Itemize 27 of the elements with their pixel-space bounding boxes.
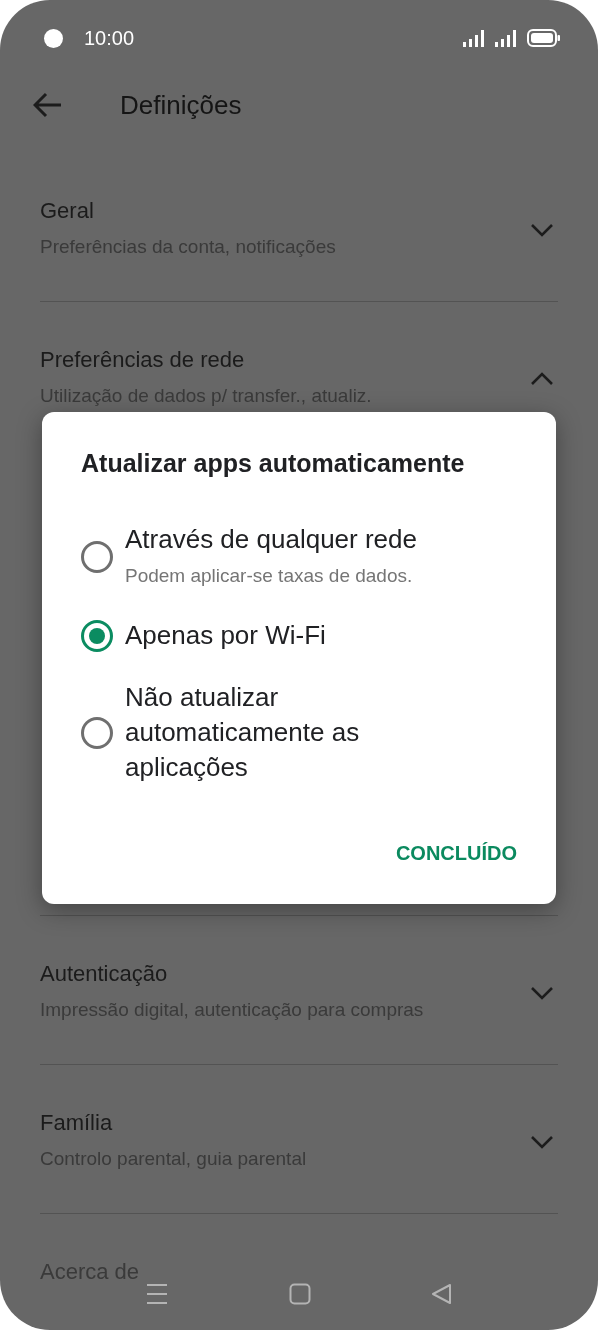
- signal-icon: [463, 29, 485, 47]
- section-title[interactable]: Autenticação: [40, 959, 510, 989]
- signal-icon: [495, 29, 517, 47]
- section-title[interactable]: Família: [40, 1108, 510, 1138]
- option-hint: Podem aplicar-se taxas de dados.: [125, 564, 414, 588]
- status-time: 10:00: [84, 26, 135, 50]
- section-title[interactable]: Geral: [40, 196, 510, 226]
- dialog-title: Atualizar apps automaticamente: [81, 448, 466, 479]
- camera-dot-icon: [44, 28, 63, 48]
- done-button[interactable]: CONCLUÍDO: [395, 834, 517, 873]
- chevron-down-icon[interactable]: [530, 222, 554, 237]
- chevron-down-icon[interactable]: [530, 1134, 554, 1149]
- battery-icon: [527, 29, 560, 47]
- option-label[interactable]: Não atualizar automaticamente as aplicações: [125, 680, 470, 785]
- home-icon[interactable]: [289, 1283, 311, 1305]
- back-arrow-icon[interactable]: [33, 92, 63, 118]
- section-title[interactable]: Preferências de rede: [40, 345, 510, 375]
- back-icon[interactable]: [431, 1283, 453, 1305]
- radio-button[interactable]: [81, 540, 113, 573]
- menu-icon[interactable]: [145, 1283, 169, 1305]
- option-label[interactable]: Apenas por Wi-Fi: [125, 618, 326, 653]
- page-title: Definições: [120, 89, 242, 121]
- option-label[interactable]: Através de qualquer rede: [125, 522, 417, 557]
- radio-button[interactable]: [81, 619, 113, 652]
- chevron-down-icon[interactable]: [530, 985, 554, 1000]
- chevron-up-icon[interactable]: [530, 371, 554, 386]
- radio-button[interactable]: [81, 716, 113, 749]
